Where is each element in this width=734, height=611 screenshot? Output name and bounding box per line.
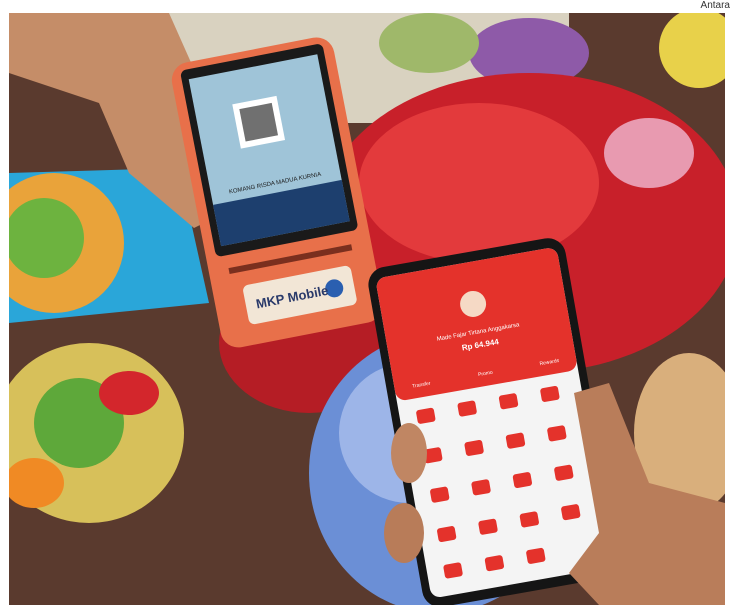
thumb-left (391, 423, 427, 483)
pink-petals (604, 118, 694, 188)
green-leaves-top (379, 13, 479, 73)
market-payment-photo: KOMANG RISDA MADUA KURNIA MKP Mobile Mad… (9, 13, 725, 605)
photo-credit: Antara (700, 0, 730, 11)
red-petals-bottom-left (99, 371, 159, 415)
red-flowers-highlight (359, 103, 599, 263)
fingers-left (384, 503, 424, 563)
qr-code-pattern (239, 102, 279, 142)
